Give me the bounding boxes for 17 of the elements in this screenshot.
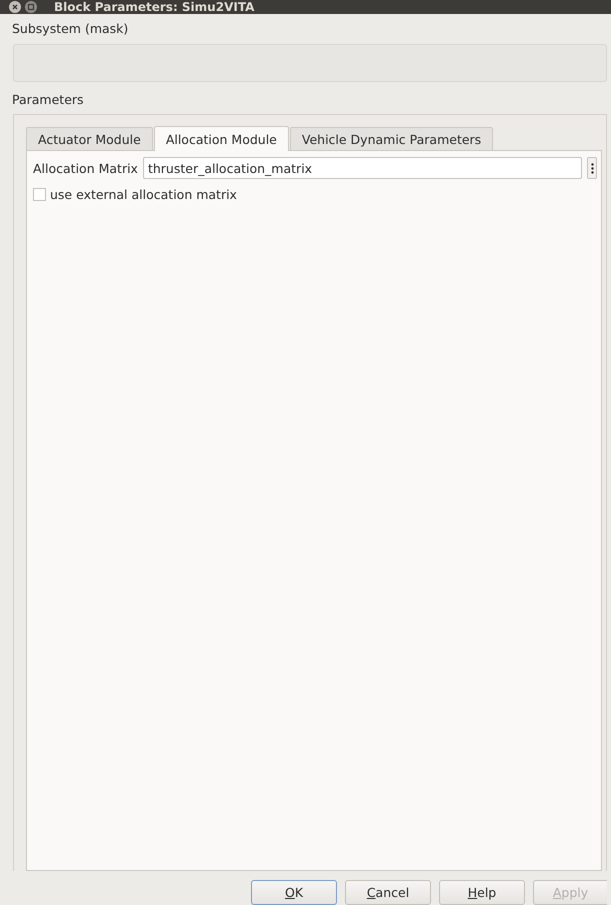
dialog-button[interactable]: Cancel [345,880,431,905]
more-icon [590,162,594,174]
tab[interactable]: Actuator Module [26,127,153,150]
field-label: Allocation Matrix [33,160,138,176]
checkbox[interactable] [33,188,46,201]
close-icon[interactable] [9,1,21,13]
window-title: Block Parameters: Simu2VITA [54,0,254,14]
dialog-button[interactable]: OK [251,880,337,905]
section-label: Parameters [12,92,85,107]
maximize-icon[interactable] [25,1,37,13]
tab[interactable]: Allocation Module [154,126,289,151]
more-options-button[interactable] [587,157,597,179]
dialog-button[interactable]: Help [439,880,525,905]
section-label: Subsystem (mask) [12,21,130,36]
input-field[interactable]: thruster_allocation_matrix [142,157,582,179]
tab[interactable]: Vehicle Dynamic Parameters [290,127,494,150]
checkbox-label: use external allocation matrix [50,187,237,202]
